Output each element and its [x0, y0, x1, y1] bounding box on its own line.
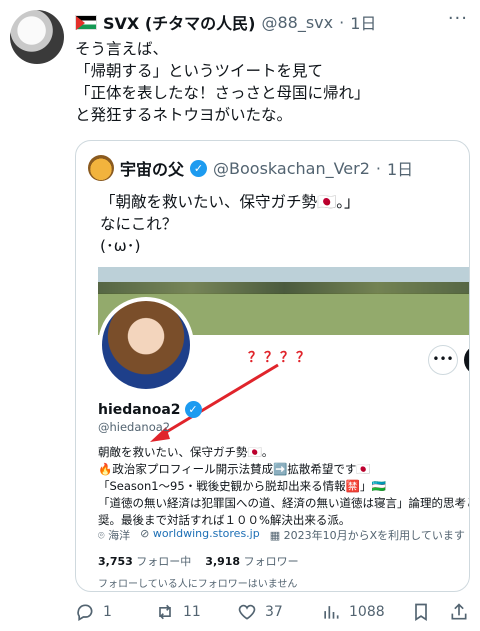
views-chart-icon	[324, 606, 339, 619]
verified-badge-icon: ✓	[184, 401, 202, 418]
separator-dot: ·	[339, 12, 345, 32]
quoted-author-avatar	[88, 155, 114, 181]
quoted-line: (･ω･)	[100, 237, 141, 255]
location-item: ⌾ 海洋	[98, 527, 130, 543]
bookmark-button[interactable]	[411, 602, 449, 622]
profile-meta: ⌾ 海洋 ⊘ worldwing.stores.jp ▦ 2023年10月からX…	[98, 527, 465, 543]
bio-line: 「道徳の無い経済は犯罪国への道、経済の無い道徳は寝言」論理的思考と確認	[98, 496, 470, 510]
quoted-tweet-header: 宇宙の父 ✓ @Booskachan_Ver2 · 1日	[88, 155, 413, 181]
share-icon	[451, 603, 467, 620]
view-count: 1088	[349, 604, 385, 620]
tweet-action-bar: 1 11 37 1088	[75, 598, 470, 626]
quoted-author-handle: @Booskachan_Ver2	[213, 158, 370, 178]
quoted-line: 「朝敵を救いたい、保守ガチ勢🇯🇵。」	[100, 193, 360, 211]
calendar-icon: ▦	[269, 529, 281, 542]
bookmark-icon	[415, 603, 427, 622]
reply-button[interactable]: 1	[75, 602, 155, 622]
quoted-tweet[interactable]: 宇宙の父 ✓ @Booskachan_Ver2 · 1日 「朝敵を救いたい、保守…	[75, 140, 470, 592]
profile-website: worldwing.stores.jp	[152, 527, 260, 540]
followers-label: フォロワー	[243, 555, 299, 568]
like-button[interactable]: 37	[237, 602, 321, 622]
author-display-name[interactable]: SVX (チタマの人民)	[103, 10, 255, 34]
like-count: 37	[265, 604, 283, 620]
quoted-tweet-time: 1日	[386, 160, 414, 179]
tweet-header: SVX (チタマの人民) @88_svx · 1日	[75, 10, 468, 34]
link-icon: ⊘	[140, 527, 150, 540]
followers-you-know-note: フォローしている人にフォロワーはいません	[98, 579, 298, 590]
palestine-flag-icon	[75, 14, 97, 30]
bio-line: 🔥政治家プロフィール開示法賛成➡️拡散希望です🇯🇵	[98, 462, 371, 476]
bio-line: 朝敵を救いたい、保守ガチ勢🇯🇵。	[98, 445, 274, 459]
repost-button[interactable]: 11	[155, 602, 237, 622]
tweet-line: 「正体を表したな！さっさと母国に帰れ」	[75, 84, 370, 102]
tweet-body: そう言えば、 「帰朝する」というツイートを見て 「正体を表したな！さっさと母国に…	[75, 38, 465, 126]
followers-count: 3,918	[205, 555, 241, 568]
tweet-time[interactable]: 1日	[350, 10, 376, 34]
verified-badge-icon: ✓	[190, 159, 208, 177]
location-pin-icon: ⌾	[98, 529, 105, 542]
quoted-tweet-body: 「朝敵を救いたい、保守ガチ勢🇯🇵。」 なにこれ？ (･ω･)	[100, 191, 360, 257]
more-options-button[interactable]: ···	[448, 8, 468, 29]
profile-joined: 2023年10月からXを利用しています	[283, 529, 465, 542]
profile-stats: 3,753 フォロー中 3,918 フォロワー	[98, 553, 299, 569]
quoted-author-display-name: 宇宙の父	[120, 160, 185, 179]
profile-screenshot-image[interactable]: ？？？？ ••• フォ hiedanoa2 ✓ @hiedanoa2 朝敵を救い…	[98, 267, 470, 591]
joined-item: ▦ 2023年10月からXを利用しています	[270, 527, 465, 543]
profile-bio: 朝敵を救いたい、保守ガチ勢🇯🇵。 🔥政治家プロフィール開示法賛成➡️拡散希望です…	[98, 444, 470, 529]
profile-location: 海洋	[108, 529, 131, 542]
quoted-line: なにこれ？	[100, 215, 178, 233]
profile-name-row: hiedanoa2 ✓	[98, 401, 202, 418]
tweet-line: と発狂するネトウヨがいたな。	[75, 106, 293, 124]
profile-name: hiedanoa2	[98, 401, 181, 418]
author-avatar[interactable]	[10, 10, 64, 64]
reply-count: 1	[103, 604, 112, 620]
profile-handle: @hiedanoa2	[98, 420, 171, 434]
share-button[interactable]	[449, 602, 469, 622]
bio-line: 「Season1〜95・戦後史観から脱却出来る情報🈲」🇺🇿	[98, 479, 386, 493]
website-item: ⊘ worldwing.stores.jp	[140, 527, 260, 543]
tweet-line: 「帰朝する」というツイートを見て	[75, 62, 324, 80]
reply-icon	[77, 604, 93, 621]
tweet-line: そう言えば、	[75, 40, 169, 58]
heart-icon	[238, 604, 256, 620]
repost-icon	[159, 604, 171, 620]
separator-dot: ·	[375, 158, 381, 178]
author-handle[interactable]: @88_svx	[261, 13, 333, 32]
repost-count: 11	[183, 604, 201, 620]
following-label: フォロー中	[136, 555, 192, 568]
following-count: 3,753	[98, 555, 133, 568]
views-button[interactable]: 1088	[321, 602, 411, 622]
